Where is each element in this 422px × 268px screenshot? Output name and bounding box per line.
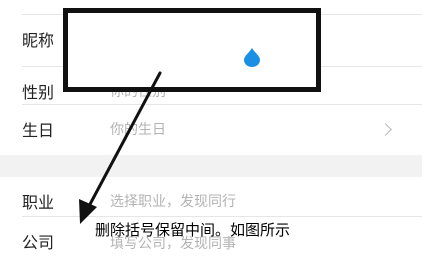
birthday-placeholder: 你的生日 <box>110 122 166 138</box>
nickname-label: 昵称 <box>22 31 55 50</box>
cursor-drop-icon[interactable] <box>242 47 262 67</box>
birthday-label: 生日 <box>22 121 55 140</box>
chevron-right-icon <box>379 123 392 136</box>
company-label: 公司 <box>22 233 55 252</box>
section-gap <box>0 155 422 177</box>
birthday-row[interactable]: 生日 你的生日 <box>0 105 422 156</box>
profile-edit-screen: 昵称 性别 你的性别 生日 你的生日 职业 选择职业，发现同行 公司 填写公司，… <box>0 0 422 268</box>
annotation-highlight-box <box>63 8 321 92</box>
annotation-caption: 删除括号保留中间。如图所示 <box>95 221 291 239</box>
